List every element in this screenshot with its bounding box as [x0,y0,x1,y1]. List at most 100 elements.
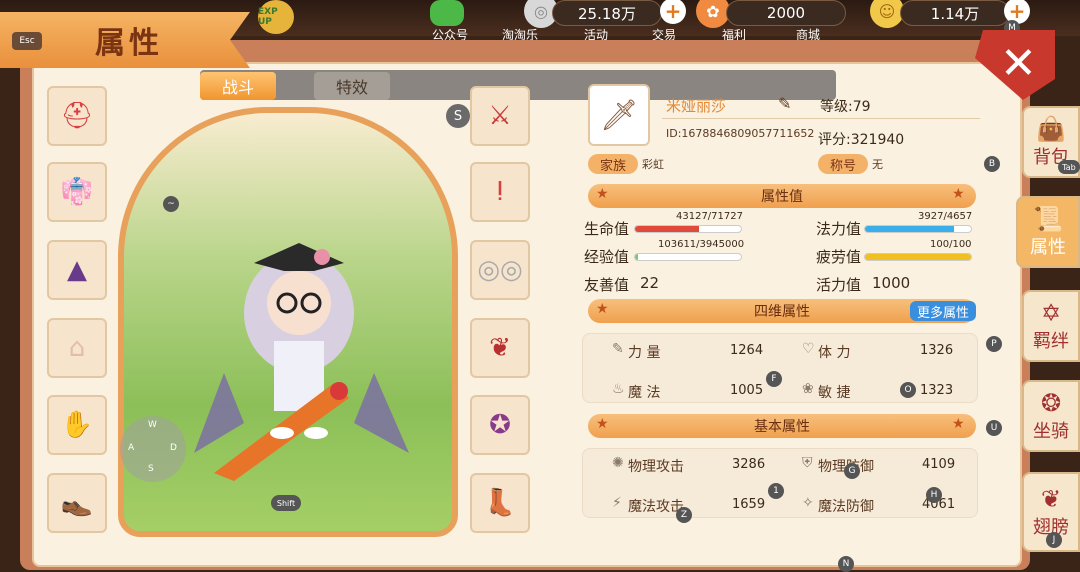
joystick-key-d: D [170,443,177,453]
edit-name-icon[interactable]: ✎ [778,94,791,113]
bag-icon: 👜 [1036,115,1066,143]
phys-attack-icon: ✺ [612,455,624,471]
strength-label: 力 量 [628,345,661,361]
key-hint-tab: Tab [1058,160,1080,174]
character-sprite [194,243,409,481]
hp-text: 43127/71727 [676,211,743,222]
mount-icon: ❂ [1040,389,1062,417]
key-hint-b: B [984,156,1000,172]
helmet-slot[interactable]: ⛑ [47,86,107,146]
player-level: 等级:79 [820,99,871,115]
key-hint-h: H [926,487,942,503]
tab-effects[interactable]: 特效 [314,72,390,100]
hp-bar [634,225,742,233]
cape-slot[interactable]: ⌂ [47,318,107,378]
star-icon: ★ [952,416,965,432]
badge-slot[interactable]: ✪ [470,395,530,455]
wings-icon: ❦ [1040,485,1062,513]
exp-label: 经验值 [584,248,630,266]
mp-label: 法力值 [816,220,862,238]
magic-icon: ♨ [612,381,625,397]
star-icon: ★ [952,186,965,202]
star-of-david-icon: ✡ [1040,299,1062,327]
magic-defense-icon: ✧ [802,495,814,511]
boots-slot[interactable]: 👢 [470,473,530,533]
gold-amount: 1.14万 [900,0,1010,26]
esc-key-hint[interactable]: Esc [12,32,42,50]
shoes-slot[interactable]: 👞 [47,473,107,533]
tab-battle[interactable]: 战斗 [200,72,276,100]
hp-fill [635,226,699,232]
sidebar-item-attributes[interactable]: 📜 属性 [1016,196,1080,268]
name-underline [662,118,980,119]
title-value: 无 [872,158,883,171]
magic-attack-icon: ⚡ [612,495,622,511]
sidebar-item-bond[interactable]: ✡ 羁绊 [1022,290,1080,362]
player-score: 评分:321940 [818,132,905,148]
wing-slot[interactable]: ❦ [470,318,530,378]
weapon-slot[interactable]: ⚔ [470,86,530,146]
attr-values-header: 属性值 [588,184,976,208]
fatigue-text: 100/100 [930,239,972,250]
key-hint-u: U [986,420,1002,436]
magic-label: 魔 法 [628,385,661,401]
wing-icon: ❦ [489,333,511,363]
friendly-value: 22 [640,274,660,292]
more-attributes-button[interactable]: 更多属性 [910,301,976,321]
paw-amount: 2000 [726,0,846,26]
s-badge[interactable]: S [446,104,470,128]
armor-icon: 👘 [60,177,94,207]
armor-slot[interactable]: 👘 [47,162,107,222]
weapon-icon: ⚔ [488,101,512,131]
sidebar-item-label: 属性 [1030,237,1066,258]
attr-values-title: 属性值 [761,189,803,205]
stamina-icon: ♡ [802,341,815,357]
key-hint-z: Z [676,507,692,523]
stamina-label: 体 力 [818,345,851,361]
phys-attack-label: 物理攻击 [628,459,684,475]
necklace-icon: ⵑ [496,177,504,207]
star-icon: ★ [596,301,609,317]
glasses-icon: ◎◎ [477,255,523,285]
basic-title: 基本属性 [754,419,810,435]
page-title: 属性 [95,26,163,61]
skirt-slot[interactable]: ▲ [47,240,107,300]
phys-defense-icon: ⛨ [802,455,813,471]
vitality-value: 1000 [872,274,911,292]
fatigue-fill [865,254,971,260]
necklace-slot[interactable]: ⵑ [470,162,530,222]
basic-header: 基本属性 [588,414,976,438]
exp-bar [634,253,742,261]
mp-text: 3927/4657 [918,211,973,222]
hp-label: 生命值 [584,220,630,238]
agility-value: 1323 [920,383,954,398]
sidebar-item-label: 羁绊 [1033,331,1069,352]
exp-up-icon[interactable]: EXP UP [258,0,294,34]
four-dim-title: 四维属性 [754,304,810,320]
badge-icon: ✪ [489,410,511,440]
mp-fill [865,226,955,232]
mp-bar [864,225,972,233]
sidebar-item-mount[interactable]: ❂ 坐骑 [1022,380,1080,452]
gloves-slot[interactable]: ✋ [47,395,107,455]
strength-value: 1264 [730,343,764,358]
boots-icon: 👢 [483,488,517,518]
fatigue-label: 疲劳值 [816,248,862,266]
joystick-key-a: A [128,443,135,453]
family-value: 彩虹 [642,158,664,171]
close-icon[interactable]: ✕ [1000,38,1037,89]
wechat-icon[interactable] [430,0,464,26]
avatar: 🗡 [588,84,650,146]
cape-icon: ⌂ [68,333,86,363]
sword-icon: 🗡 [599,97,639,133]
scroll-icon: 📜 [1033,205,1063,233]
fatigue-bar [864,253,972,261]
phys-attack-value: 3286 [732,457,766,472]
helmet-icon: ⛑ [60,101,94,131]
agility-label: 敏 捷 [818,385,851,401]
exp-text: 103611/3945000 [658,239,745,250]
vitality-label: 活力值 [816,276,862,294]
gloves-icon: ✋ [60,410,94,440]
sidebar-item-label: 坐骑 [1033,421,1069,442]
glasses-slot[interactable]: ◎◎ [470,240,530,300]
